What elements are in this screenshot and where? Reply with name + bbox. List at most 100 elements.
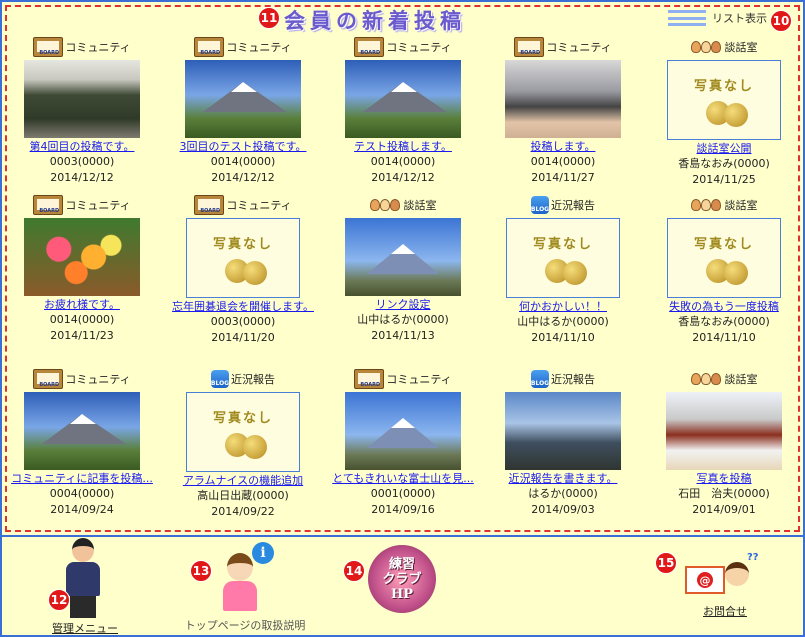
practice-club-hp-button[interactable]: 練習 クラブ HP: [368, 545, 436, 613]
post-count: (0000): [733, 157, 770, 170]
post-title-link[interactable]: お疲れ様です。: [5, 298, 159, 312]
post-category: BLOG 近況報告: [486, 194, 640, 216]
post-author-count: 0014(0000): [326, 154, 480, 170]
post-author-count: 山中はるか(0000): [486, 314, 640, 330]
post-category: 談話室: [326, 194, 480, 216]
post-count: (0000): [572, 315, 609, 328]
post-category: コミュニティ: [5, 368, 159, 390]
post-card: 談話室 写真なし 談話室公開 香島なおみ(0000) 2014/11/25: [647, 36, 801, 206]
no-photo-thumbnail[interactable]: 写真なし: [667, 218, 781, 298]
post-title-link[interactable]: 談話室公開: [647, 142, 801, 156]
post-title-link[interactable]: テスト投稿します。: [326, 140, 480, 154]
post-date: 2014/09/01: [692, 503, 756, 516]
post-category: 談話室: [647, 368, 801, 390]
pear-icon: [243, 261, 267, 285]
post-thumbnail[interactable]: [24, 60, 140, 138]
no-photo-label: 写真なし: [212, 237, 273, 252]
callout-number-11: 11: [258, 7, 280, 29]
board-icon: [194, 37, 225, 57]
post-date: 2014/09/24: [50, 503, 114, 516]
post-title-link[interactable]: 近況報告を書きます。: [486, 472, 640, 486]
post-author: 香島なおみ: [678, 315, 734, 328]
post-category: コミュニティ: [486, 36, 640, 58]
post-count: 0003(0000): [210, 315, 276, 328]
post-count: (0000): [412, 313, 449, 326]
guide-label[interactable]: トップページの取扱説明: [185, 619, 306, 632]
post-date: 2014/11/10: [692, 331, 756, 344]
post-category: BLOG 近況報告: [166, 368, 320, 390]
post-thumbnail[interactable]: [345, 392, 461, 470]
post-title-link[interactable]: とてもきれいな富士山を見...: [326, 472, 480, 486]
post-title-link[interactable]: 第4回目の投稿です。: [5, 140, 159, 154]
board-icon: [194, 195, 225, 215]
post-card: コミュニティ写真なし忘年囲碁退会を開催します。0003(0000) 2014/11…: [166, 194, 320, 364]
board-icon: [354, 37, 385, 57]
post-author: 高山日出蔵: [197, 489, 253, 502]
blog-icon: BLOG: [211, 370, 229, 388]
post-thumbnail[interactable]: [505, 392, 621, 470]
post-count: (0000): [733, 315, 770, 328]
list-view-toggle[interactable]: リスト表示: [668, 10, 767, 26]
post-title-link[interactable]: 投稿します。: [486, 140, 640, 154]
post-category-label: 談話室: [724, 199, 758, 212]
post-date: 2014/12/12: [371, 171, 435, 184]
post-card: コミュニティとてもきれいな富士山を見...0001(0000) 2014/09/1…: [326, 368, 480, 538]
post-category: コミュニティ: [326, 368, 480, 390]
talk-icon: [690, 195, 723, 215]
post-title-link[interactable]: リンク設定: [326, 298, 480, 312]
post-title-link[interactable]: コミュニティに記事を投稿...: [5, 472, 159, 486]
post-title-link[interactable]: アラムナイスの機能追加: [166, 474, 320, 488]
post-thumbnail[interactable]: [185, 60, 301, 138]
post-thumbnail[interactable]: [24, 218, 140, 296]
post-card: 談話室 リンク設定 山中はるか(0000) 2014/11/13: [326, 194, 480, 364]
post-thumbnail[interactable]: [345, 218, 461, 296]
post-title-link[interactable]: 何かおかしい！！: [486, 300, 640, 314]
board-icon: [33, 195, 64, 215]
callout-number-15: 15: [655, 552, 677, 574]
no-photo-thumbnail[interactable]: 写真なし: [186, 218, 300, 298]
post-author-count: 0004(0000): [5, 486, 159, 502]
post-card: 談話室 写真を投稿 石田 治夫(0000) 2014/09/01: [647, 368, 801, 538]
post-category-label: コミュニティ: [386, 41, 452, 54]
post-count: 0014(0000): [49, 313, 115, 326]
post-count: 0014(0000): [530, 155, 596, 168]
post-category-label: コミュニティ: [226, 199, 292, 212]
post-category-label: 近況報告: [551, 199, 595, 212]
post-title-link[interactable]: 写真を投稿: [647, 472, 801, 486]
post-date: 2014/11/23: [50, 329, 114, 342]
post-title-link[interactable]: 3回目のテスト投稿です。: [166, 140, 320, 154]
post-date: 2014/09/22: [211, 505, 275, 518]
list-lines-icon: [668, 10, 706, 26]
post-thumbnail[interactable]: [24, 392, 140, 470]
practice-club-line3: HP: [390, 586, 414, 602]
post-count: 0001(0000): [370, 487, 436, 500]
post-thumbnail[interactable]: [666, 392, 782, 470]
no-photo-thumbnail[interactable]: 写真なし: [667, 60, 781, 140]
post-category: コミュニティ: [166, 194, 320, 216]
post-card: コミュニティ 3回目のテスト投稿です。0014(0000) 2014/12/12: [166, 36, 320, 206]
post-author-count: 0001(0000): [326, 486, 480, 502]
post-title-link[interactable]: 失敗の為もう一度投稿: [647, 300, 801, 314]
post-thumbnail[interactable]: [345, 60, 461, 138]
no-photo-thumbnail[interactable]: 写真なし: [186, 392, 300, 472]
post-card: BLOG 近況報告 近況報告を書きます。 はるか(0000) 2014/09/03: [486, 368, 640, 538]
pear-icon: [243, 435, 267, 459]
practice-club-line1: 練習: [388, 556, 415, 572]
post-date: 2014/09/16: [371, 503, 435, 516]
post-thumbnail[interactable]: [505, 60, 621, 138]
admin-menu-link[interactable]: 管理メニュー: [52, 622, 118, 635]
post-date: 2014/12/12: [211, 171, 275, 184]
post-author-count: 0003(0000): [5, 154, 159, 170]
callout-number-12: 12: [48, 589, 70, 611]
contact-link[interactable]: お問合せ: [703, 605, 747, 618]
no-photo-label: 写真なし: [532, 237, 593, 252]
talk-icon: [369, 195, 402, 215]
post-author: 山中はるか: [357, 313, 413, 326]
no-photo-thumbnail[interactable]: 写真なし: [506, 218, 620, 298]
contact-mail-icon[interactable]: @??: [685, 552, 759, 604]
post-date: 2014/11/25: [692, 173, 756, 186]
blog-icon: BLOG: [531, 370, 549, 388]
post-title-link[interactable]: 忘年囲碁退会を開催します。: [166, 300, 320, 314]
post-author-count: 0014(0000): [5, 312, 159, 328]
post-author-count: はるか(0000): [486, 486, 640, 502]
